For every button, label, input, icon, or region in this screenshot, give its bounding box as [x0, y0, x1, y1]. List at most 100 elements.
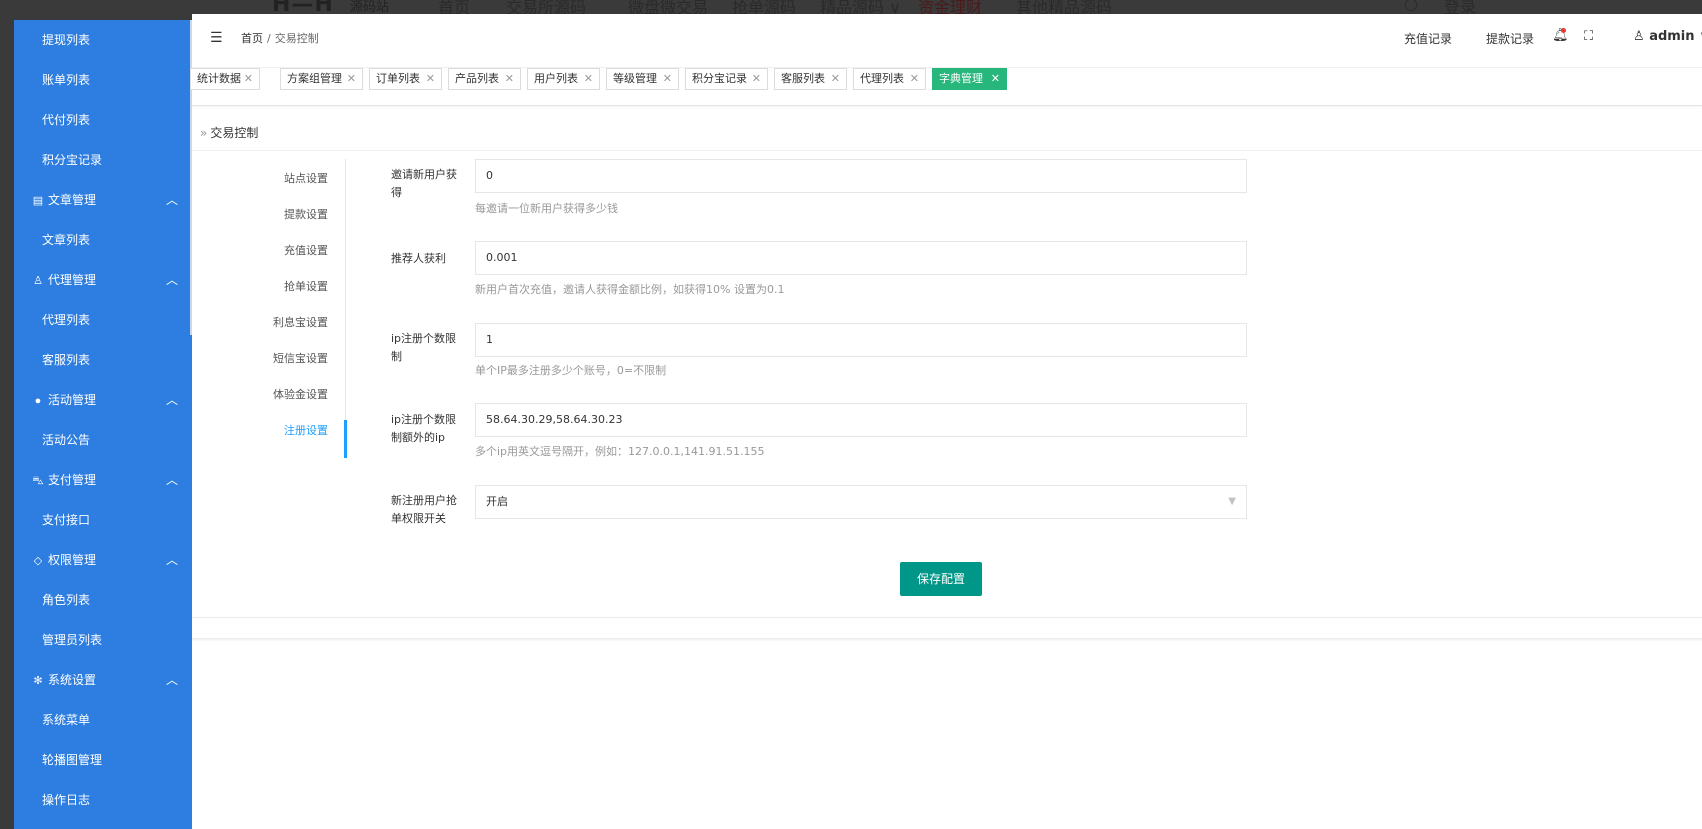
sidebar-group-articles[interactable]: ▤ 文章管理 ︿ — [14, 180, 192, 220]
settings-tab-label: 短信宝设置 — [273, 352, 328, 365]
background-site-nav: H—H 源码站 首页 交易所源码 微盘微交易 抢单源码 精品源码 ∨ 资金理财 … — [0, 0, 1702, 14]
breadcrumb-separator: / — [267, 32, 271, 45]
select-value: 开启 — [486, 495, 508, 508]
withdraw-records-link[interactable]: 提款记录 — [1486, 30, 1534, 47]
sidebar-item-label: 代理列表 — [42, 313, 91, 327]
settings-tab-label: 提款设置 — [284, 208, 328, 221]
sidebar-group-agents[interactable]: ♙ 代理管理 ︿ — [14, 260, 192, 300]
sidebar-group-activities[interactable]: ● 活动管理 ︿ — [14, 380, 192, 420]
divider — [192, 150, 1702, 151]
sidebar-item-label: 代付列表 — [42, 113, 91, 127]
chevron-up-icon: ︿ — [165, 673, 178, 687]
close-icon[interactable]: ✕ — [910, 69, 919, 89]
sidebar-item-support-list[interactable]: 客服列表 — [14, 340, 192, 380]
sidebar-item-carousel[interactable]: 轮播图管理 — [14, 740, 192, 780]
recharge-records-link[interactable]: 充值记录 — [1404, 30, 1452, 47]
field-label-ip-limit: ip注册个数限制 — [391, 332, 457, 363]
sidebar-group-label: 代理管理 — [48, 273, 97, 287]
tab-label: 字典管理 — [939, 72, 983, 85]
sidebar-group-system[interactable]: ✻ 系统设置 ︿ — [14, 660, 192, 700]
sidebar-item-label: 角色列表 — [42, 593, 91, 607]
tab-points-records[interactable]: 积分宝记录 ✕ — [685, 68, 768, 90]
breadcrumb-current: 交易控制 — [274, 32, 319, 45]
sidebar-item-label: 提现列表 — [42, 33, 91, 47]
settings-tab-site[interactable]: 站点设置 — [192, 170, 328, 186]
tab-products[interactable]: 产品列表 ✕ — [448, 68, 521, 90]
settings-tab-register[interactable]: 注册设置 — [192, 422, 328, 438]
chevron-up-icon: ︿ — [165, 553, 178, 567]
sidebar-item-agent-list[interactable]: 代理列表 — [14, 300, 192, 340]
chevron-up-icon: ︿ — [165, 393, 178, 407]
sidebar-item-admins[interactable]: 管理员列表 — [14, 620, 192, 660]
activity-icon: ● — [34, 395, 42, 407]
settings-tab-interest[interactable]: 利息宝设置 — [192, 314, 328, 330]
active-tab-indicator — [344, 420, 347, 458]
sidebar-item-announcements[interactable]: 活动公告 — [14, 420, 192, 460]
sidebar-item-withdraw-list[interactable]: 提现列表 — [14, 20, 192, 60]
sidebar-item-roles[interactable]: 角色列表 — [14, 580, 192, 620]
close-icon[interactable]: ✕ — [505, 69, 514, 89]
sidebar-item-payment-gateway[interactable]: 支付接口 — [14, 500, 192, 540]
tab-agents[interactable]: 代理列表 ✕ — [853, 68, 926, 90]
close-icon[interactable]: ✕ — [752, 69, 761, 89]
tab-levels[interactable]: 等级管理 ✕ — [606, 68, 679, 90]
sidebar-item-article-list[interactable]: 文章列表 — [14, 220, 192, 260]
settings-tab-grab-order[interactable]: 抢单设置 — [192, 278, 328, 294]
sidebar-item-payout-list[interactable]: 代付列表 — [14, 100, 192, 140]
field-label-grab-permission: 新注册用户抢单权限开关 — [391, 494, 457, 525]
sidebar-item-label: 支付接口 — [42, 513, 91, 527]
sidebar-item-label: 轮播图管理 — [42, 753, 103, 767]
close-icon[interactable]: ✕ — [347, 69, 356, 89]
invite-reward-input[interactable]: 0 — [475, 159, 1247, 193]
fullscreen-icon[interactable]: ⛶ — [1584, 29, 1593, 44]
background-login-link: 登录 — [1444, 0, 1477, 14]
sidebar-group-payments[interactable]: ⛍ 支付管理 ︿ — [14, 460, 192, 500]
settings-tab-label: 体验金设置 — [273, 388, 328, 401]
ip-whitelist-input[interactable]: 58.64.30.29,58.64.30.23 — [475, 403, 1247, 437]
tab-dictionary[interactable]: 字典管理 ✕ — [932, 68, 1007, 90]
background-nav-item: 首页 — [438, 0, 471, 14]
settings-tab-withdraw[interactable]: 提款设置 — [192, 206, 328, 222]
settings-tab-sms[interactable]: 短信宝设置 — [192, 350, 328, 366]
tab-orders[interactable]: 订单列表 ✕ — [369, 68, 442, 90]
card-shadow — [192, 638, 1702, 642]
page-title: » 交易控制 — [200, 124, 258, 141]
menu-toggle-icon[interactable]: ☰ — [210, 30, 223, 46]
referrer-profit-input[interactable]: 0.001 — [475, 241, 1247, 275]
save-config-button[interactable]: 保存配置 — [900, 562, 982, 596]
sidebar-item-label: 文章列表 — [42, 233, 91, 247]
settings-tab-label: 抢单设置 — [284, 280, 328, 293]
close-icon[interactable]: ✕ — [831, 69, 840, 89]
sidebar-item-system-menu[interactable]: 系统菜单 — [14, 700, 192, 740]
sidebar-item-points-records[interactable]: 积分宝记录 — [14, 140, 192, 180]
close-icon[interactable]: ✕ — [584, 69, 593, 89]
settings-tabs-divider — [345, 159, 346, 451]
settings-tab-trial-fund[interactable]: 体验金设置 — [192, 386, 328, 402]
tab-label: 等级管理 — [613, 72, 657, 85]
grab-permission-select[interactable]: 开启 ▼ — [475, 485, 1247, 519]
breadcrumb-home[interactable]: 首页 — [241, 32, 263, 45]
close-icon[interactable]: ✕ — [991, 69, 1000, 89]
sidebar-group-label: 权限管理 — [48, 553, 97, 567]
tab-plan-groups[interactable]: 方案组管理 ✕ — [280, 68, 363, 90]
background-nav-item: 资金理财 — [918, 0, 983, 14]
close-icon[interactable]: ✕ — [244, 69, 253, 89]
tab-label: 客服列表 — [781, 72, 825, 85]
sidebar-group-permissions[interactable]: ◇ 权限管理 ︿ — [14, 540, 192, 580]
tab-statistics[interactable]: 统计数据 ✕ — [190, 68, 260, 90]
tab-support[interactable]: 客服列表 ✕ — [774, 68, 847, 90]
settings-tab-recharge[interactable]: 充值设置 — [192, 242, 328, 258]
close-icon[interactable]: ✕ — [426, 69, 435, 89]
tab-users[interactable]: 用户列表 ✕ — [527, 68, 600, 90]
breadcrumb: 首页 / 交易控制 — [241, 30, 319, 46]
page-title-text: 交易控制 — [210, 126, 259, 140]
ip-limit-input[interactable]: 1 — [475, 323, 1247, 357]
close-icon[interactable]: ✕ — [663, 69, 672, 89]
cart-icon: ⛍ — [32, 475, 44, 487]
sidebar-item-bill-list[interactable]: 账单列表 — [14, 60, 192, 100]
double-arrow-icon: » — [200, 126, 208, 140]
user-menu[interactable]: ♙ admin ∨ — [1633, 29, 1702, 44]
tabs-bar: 统计数据 ✕ 方案组管理 ✕ 订单列表 ✕ 产品列表 ✕ 用户列表 ✕ 等级管理 ✕ 积分宝… — [190, 68, 1702, 106]
sidebar-item-operation-log[interactable]: 操作日志 — [14, 780, 192, 820]
ip-limit-hint: 单个IP最多注册多少个账号，0=不限制 — [475, 364, 667, 377]
